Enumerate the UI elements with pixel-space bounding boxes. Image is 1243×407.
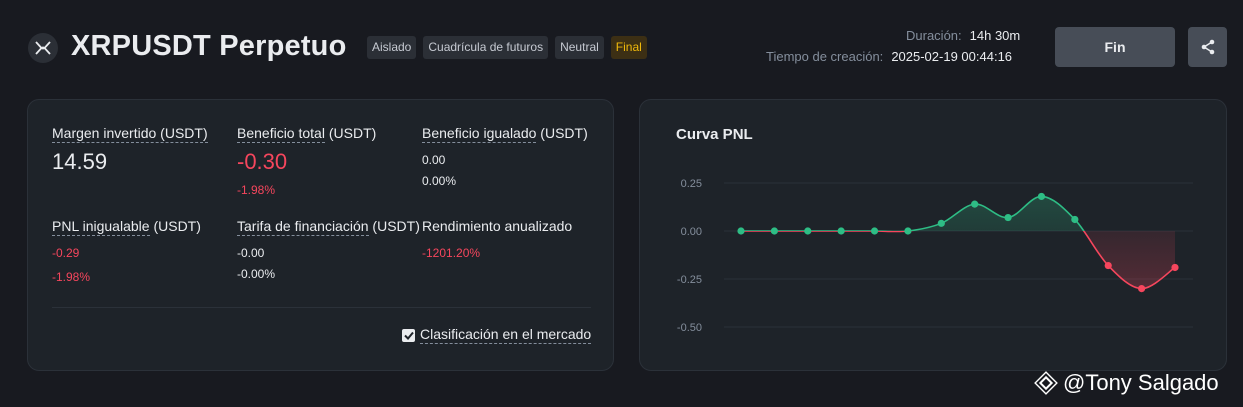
y-tick-label: -0.25	[677, 274, 702, 286]
watermark: @Tony Salgado	[1033, 370, 1219, 396]
matched-label[interactable]: Beneficio igualado	[422, 125, 537, 143]
annual-label: Rendimiento anualizado	[422, 218, 573, 234]
profit-label[interactable]: Beneficio total	[237, 125, 325, 143]
pnl-point	[1138, 285, 1146, 293]
pnl-chart-card: Curva PNL 0.25 0.00 -0.25 -0.50	[639, 99, 1227, 371]
unmatched-value: -0.29	[52, 246, 80, 260]
market-ranking-toggle[interactable]: Clasificación en el mercado	[402, 326, 592, 344]
y-tick-label: 0.00	[681, 226, 702, 238]
tag-final: Final	[610, 36, 647, 59]
watermark-text: @Tony Salgado	[1063, 370, 1219, 395]
share-icon	[1201, 39, 1214, 55]
stats-card: Margen invertido (USDT) 14.59 Beneficio …	[27, 99, 614, 371]
profit-value: -0.30	[237, 149, 288, 174]
created-value: 2025-02-19 00:44:16	[891, 49, 1013, 64]
pnl-point	[1104, 261, 1112, 270]
stat-annual: Rendimiento anualizado -1201.20%	[422, 218, 572, 260]
unmatched-label[interactable]: PNL inigualable	[52, 218, 150, 236]
pnl-point	[737, 227, 745, 235]
pnl-point	[1004, 213, 1012, 222]
pnl-point	[1171, 263, 1179, 272]
margin-value: 14.59	[52, 149, 108, 174]
check-icon	[403, 331, 414, 340]
duration-value: 14h 30m	[969, 28, 1021, 43]
tag-neutral: Neutral	[555, 36, 604, 59]
tag-futures-grid: Cuadrícula de futuros	[423, 36, 549, 59]
created-label: Tiempo de creación:	[766, 49, 884, 64]
pnl-point	[837, 227, 845, 235]
pnl-area-negative	[741, 231, 1175, 289]
margin-label[interactable]: Margen invertido (USDT)	[52, 125, 208, 143]
matched-value: 0.00	[422, 153, 446, 167]
tag-isolated: Aislado	[367, 36, 417, 59]
stat-matched: Beneficio igualado (USDT) 0.00 0.00%	[422, 125, 588, 188]
binance-logo-icon	[1034, 371, 1058, 395]
matched-pct: 0.00%	[422, 174, 457, 188]
xrp-icon	[28, 33, 58, 63]
funding-label[interactable]: Tarifa de financiación	[237, 218, 369, 236]
annual-value: -1201.20%	[422, 246, 481, 260]
unmatched-pct: -1.98%	[52, 270, 91, 284]
funding-value: -0.00	[237, 246, 265, 260]
pnl-point	[904, 227, 912, 235]
share-button[interactable]	[1188, 27, 1227, 67]
tags-row: Aislado Cuadrícula de futuros Neutral Fi…	[367, 36, 647, 59]
pnl-chart: 0.25 0.00 -0.25 -0.50	[677, 178, 1193, 334]
y-tick-label: 0.25	[681, 178, 702, 190]
pnl-point	[804, 227, 812, 235]
page-title: XRPUSDT Perpetuo	[71, 30, 347, 62]
profit-pct: -1.98%	[237, 183, 276, 197]
pnl-point	[870, 227, 879, 235]
stat-unmatched: PNL inigualable (USDT) -0.29 -1.98%	[52, 218, 201, 284]
fin-button[interactable]: Fin	[1055, 27, 1175, 67]
pnl-point	[971, 200, 979, 208]
funding-pct: -0.00%	[237, 267, 276, 281]
divider	[52, 307, 591, 308]
pnl-point	[1037, 192, 1046, 201]
y-tick-label: -0.50	[677, 322, 702, 334]
duration-row: Duración: 14h 30m	[906, 28, 1020, 43]
pnl-point	[937, 219, 945, 227]
market-ranking-label[interactable]: Clasificación en el mercado	[420, 326, 592, 344]
duration-label: Duración:	[906, 28, 962, 43]
stat-funding: Tarifa de financiación (USDT) -0.00 -0.0…	[237, 218, 420, 281]
stat-profit: Beneficio total (USDT) -0.30 -1.98%	[237, 125, 377, 197]
created-row: Tiempo de creación: 2025-02-19 00:44:16	[766, 49, 1012, 64]
header: XRPUSDT Perpetuo Aislado Cuadrícula de f…	[28, 27, 1228, 67]
pnl-point	[770, 227, 778, 235]
checkbox-checked[interactable]	[402, 328, 415, 342]
stat-margin: Margen invertido (USDT) 14.59	[52, 125, 208, 175]
pnl-point	[1071, 215, 1079, 224]
